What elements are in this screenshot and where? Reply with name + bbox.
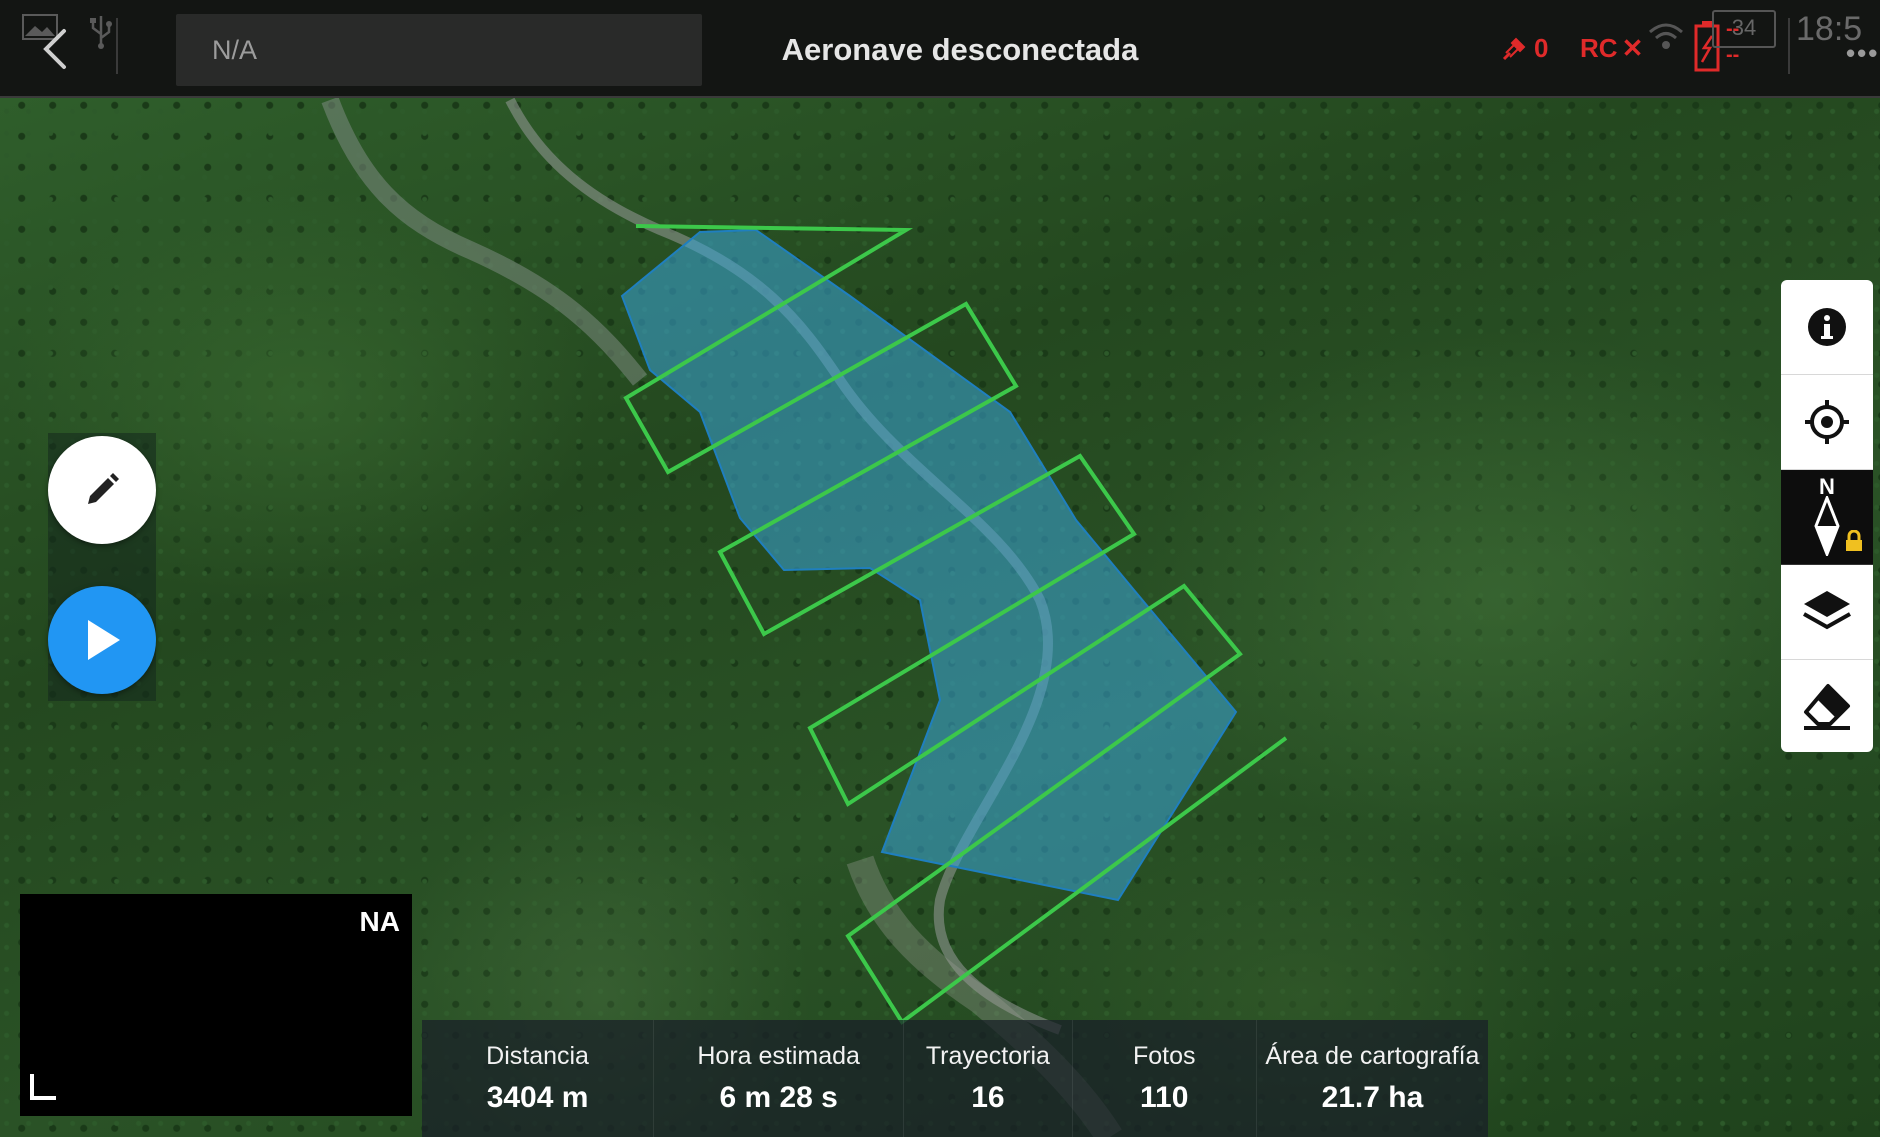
expand-corner-icon[interactable]	[30, 1074, 56, 1100]
start-mission-button[interactable]	[48, 586, 156, 694]
stat-label: Trayectoria	[925, 1042, 1050, 1070]
river	[321, 96, 648, 386]
mission-stats-bar: Distancia 3404 m Hora estimada 6 m 28 s …	[422, 1020, 1488, 1137]
back-button[interactable]	[30, 24, 80, 74]
usb-icon	[90, 16, 112, 49]
clear-button[interactable]	[1781, 660, 1873, 752]
map-toolbar: N	[1781, 280, 1873, 752]
locate-target-icon	[1805, 400, 1849, 444]
satellite-icon	[1502, 37, 1526, 61]
play-icon	[88, 620, 120, 660]
rc-status: RC ✕	[1580, 20, 1643, 76]
stat-mapping-area: Área de cartografía 21.7 ha	[1257, 1020, 1488, 1137]
stat-label: Fotos	[1132, 1042, 1196, 1070]
gps-status: 0	[1500, 20, 1548, 76]
stat-value: 3404 m	[486, 1081, 589, 1114]
locate-button[interactable]	[1781, 375, 1873, 470]
compass-north-icon	[1814, 496, 1840, 556]
pencil-icon	[88, 473, 119, 504]
rc-battery-percent: 34	[1712, 10, 1776, 48]
layers-icon	[1803, 591, 1851, 630]
edit-mission-button[interactable]	[48, 436, 156, 544]
stat-value: 110	[1140, 1081, 1189, 1114]
lock-icon	[1846, 530, 1862, 551]
stat-label: Hora estimada	[697, 1042, 860, 1070]
more-menu-icon[interactable]: •••	[1846, 38, 1879, 69]
camera-preview-label: NA	[359, 906, 400, 937]
info-icon	[1808, 308, 1846, 346]
stat-estimated-time: Hora estimada 6 m 28 s	[654, 1020, 905, 1137]
stat-trajectory: Trayectoria 16	[904, 1020, 1073, 1137]
rc-disconnected-icon: ✕	[1621, 32, 1644, 63]
stat-distance: Distancia 3404 m	[422, 1020, 655, 1137]
top-bar: N/A Aeronave desconectada 0 RC ✕ -- -- 3…	[0, 0, 1880, 98]
top-divider	[116, 18, 118, 74]
info-button[interactable]	[1781, 280, 1873, 375]
rc-label: RC	[1580, 32, 1618, 63]
connection-status-title: Aeronave desconectada	[781, 32, 1139, 67]
map-layers-button[interactable]	[1781, 565, 1873, 660]
mission-name-field[interactable]: N/A	[176, 14, 702, 86]
compass-lock-button[interactable]: N	[1781, 470, 1873, 565]
gps-count: 0	[1534, 32, 1549, 63]
top-divider	[1788, 18, 1790, 74]
stat-value: 6 m 28 s	[719, 1081, 838, 1114]
eraser-icon	[1804, 684, 1850, 730]
stat-value: 16	[971, 1081, 1005, 1114]
survey-area-polygon[interactable]	[620, 228, 1238, 902]
stat-photos: Fotos 110	[1073, 1020, 1257, 1137]
stat-label: Área de cartografía	[1265, 1042, 1480, 1070]
compass-north-label: N	[1819, 474, 1835, 499]
stat-label: Distancia	[486, 1042, 589, 1070]
stat-value: 21.7 ha	[1321, 1081, 1424, 1114]
camera-preview[interactable]: NA	[20, 894, 412, 1116]
wifi-icon	[1649, 23, 1683, 49]
chevron-left-icon	[43, 29, 66, 69]
